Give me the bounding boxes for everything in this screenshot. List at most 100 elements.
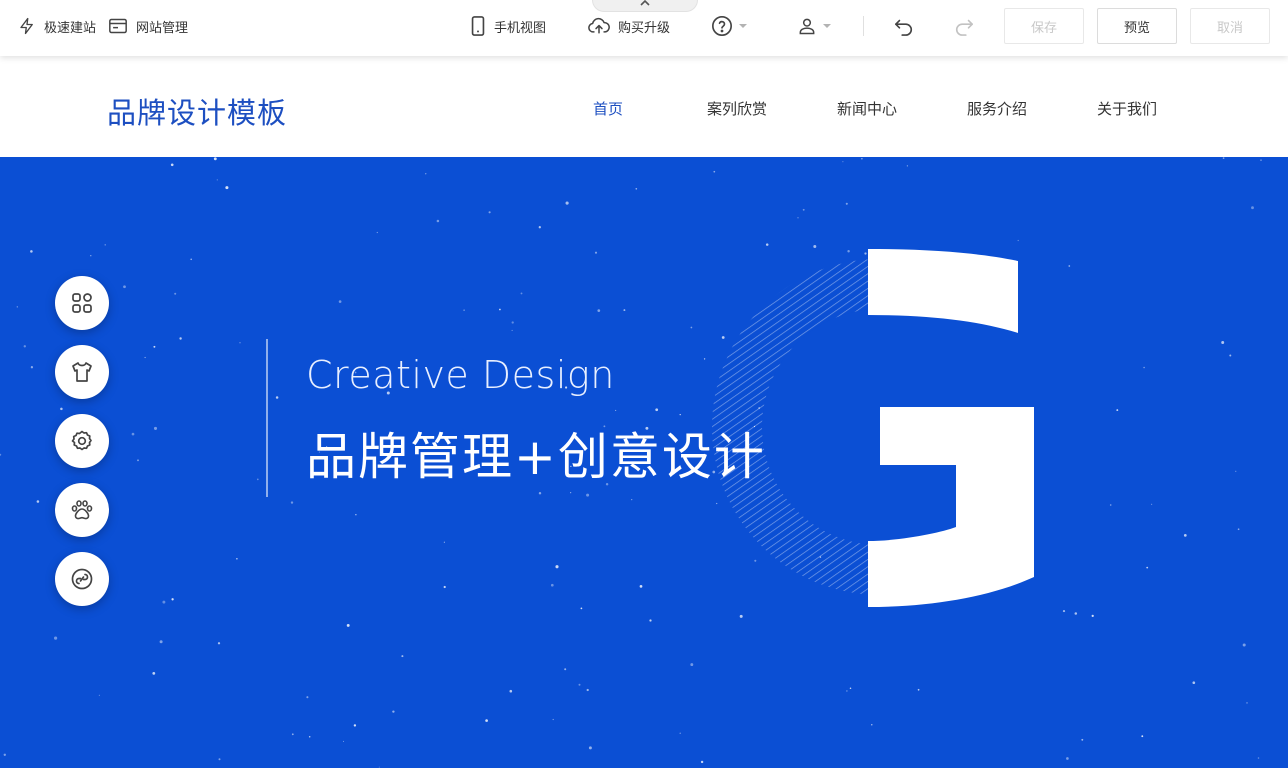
site-header: 品牌设计模板 首页 案列欣赏 新闻中心 服务介绍 关于我们 [0, 56, 1288, 157]
nav-item-services[interactable]: 服务介绍 [967, 98, 1027, 119]
star-dot [236, 558, 238, 560]
star-dot [159, 640, 163, 644]
star-dot [906, 165, 909, 167]
star-dot [171, 598, 174, 601]
star-dot [623, 309, 626, 312]
star-dot [1229, 354, 1232, 357]
star-dot [153, 426, 158, 430]
star-dot [917, 688, 920, 691]
star-dot [649, 619, 652, 622]
paw-icon [71, 500, 93, 520]
star-dot [586, 493, 590, 497]
brand-logo-text[interactable]: 品牌设计模板 [107, 90, 287, 132]
star-dot [90, 255, 92, 257]
collapse-toolbar-tab[interactable] [592, 0, 698, 12]
star-dot [1222, 157, 1225, 159]
hero-divider-line [266, 339, 268, 497]
star-dot [144, 356, 146, 359]
star-dot [802, 208, 805, 211]
star-dot [131, 432, 135, 436]
star-dot [635, 187, 638, 190]
star-dot [137, 459, 139, 462]
buy-upgrade-button[interactable]: 购买升级 [588, 14, 670, 38]
undo-button[interactable] [893, 14, 915, 38]
chevron-down-icon [823, 24, 831, 28]
star-dot [1062, 610, 1066, 613]
help-dropdown[interactable] [711, 14, 747, 38]
star-dot [594, 251, 598, 254]
star-dot [615, 409, 617, 411]
star-dot [655, 408, 659, 412]
save-button[interactable]: 保存 [1004, 8, 1084, 44]
star-dot [1074, 612, 1078, 615]
star-dot [1091, 614, 1094, 618]
user-dropdown[interactable] [797, 14, 831, 38]
star-dot [1151, 503, 1153, 505]
quick-build-label: 极速建站 [44, 20, 97, 36]
cancel-button[interactable]: 取消 [1190, 8, 1270, 44]
nav-item-about[interactable]: 关于我们 [1097, 98, 1157, 119]
star-dot [218, 758, 221, 761]
editor-toolbar: 极速建站 网站管理 手机视图 购买升级 保存 预览 取消 [0, 0, 1288, 56]
star-dot [239, 342, 241, 344]
star-dot [700, 760, 704, 764]
nav-item-home[interactable]: 首页 [593, 98, 623, 119]
toolbar-divider [863, 16, 864, 36]
star-dot [443, 585, 446, 589]
theme-tool-button[interactable] [55, 345, 109, 399]
nav-item-cases[interactable]: 案列欣赏 [707, 98, 767, 119]
star-dot [679, 413, 681, 416]
star-dot [580, 607, 583, 610]
quick-build-button[interactable]: 极速建站 [18, 14, 96, 38]
hero-title: 品牌管理+创意设计 [306, 428, 766, 486]
star-dot [378, 766, 380, 768]
star-dot [425, 173, 427, 175]
nav-item-news[interactable]: 新闻中心 [837, 98, 897, 119]
star-dot [846, 690, 848, 692]
hero-banner[interactable]: Creative Design 品牌管理+创意设计 [0, 157, 1288, 768]
phone-icon [471, 16, 485, 36]
star-dot [679, 732, 681, 734]
star-dot [849, 687, 852, 690]
star-dot [538, 226, 541, 229]
link-tool-button[interactable] [55, 552, 109, 606]
star-dot [306, 696, 309, 699]
star-dot [98, 694, 100, 696]
star-dot [499, 308, 501, 311]
lightning-icon [20, 17, 33, 35]
pets-tool-button[interactable] [55, 483, 109, 537]
settings-tool-button[interactable] [55, 414, 109, 468]
preview-button[interactable]: 预览 [1097, 8, 1177, 44]
star-dot [338, 300, 342, 303]
star-dot [845, 202, 848, 205]
star-dot [290, 501, 294, 504]
star-dot [291, 733, 294, 736]
star-dot [36, 500, 40, 503]
star-dot [578, 683, 581, 686]
mobile-view-button[interactable]: 手机视图 [470, 14, 546, 38]
hero-subtitle: Creative Design [306, 353, 615, 397]
redo-button[interactable] [953, 14, 975, 38]
star-dot [256, 478, 259, 481]
star-dot [216, 179, 218, 181]
star-dot [1237, 528, 1240, 531]
star-dot [1116, 409, 1119, 412]
gear-icon [71, 430, 92, 451]
star-dot [170, 163, 174, 167]
star-dot [54, 636, 58, 640]
star-dot [443, 541, 445, 543]
star-dot [30, 366, 34, 369]
site-manage-button[interactable]: 网站管理 [108, 14, 188, 38]
browser-window-icon [109, 18, 127, 34]
star-dot [631, 498, 633, 501]
shirt-icon [72, 362, 92, 382]
site-manage-label: 网站管理 [136, 20, 189, 36]
star-dot [30, 250, 33, 253]
cloud-upload-icon [588, 17, 610, 34]
user-icon [799, 18, 815, 35]
star-dot [342, 740, 345, 742]
star-dot [1235, 470, 1237, 472]
star-dot [842, 161, 844, 163]
star-dot [1146, 566, 1149, 569]
components-tool-button[interactable] [55, 276, 109, 330]
